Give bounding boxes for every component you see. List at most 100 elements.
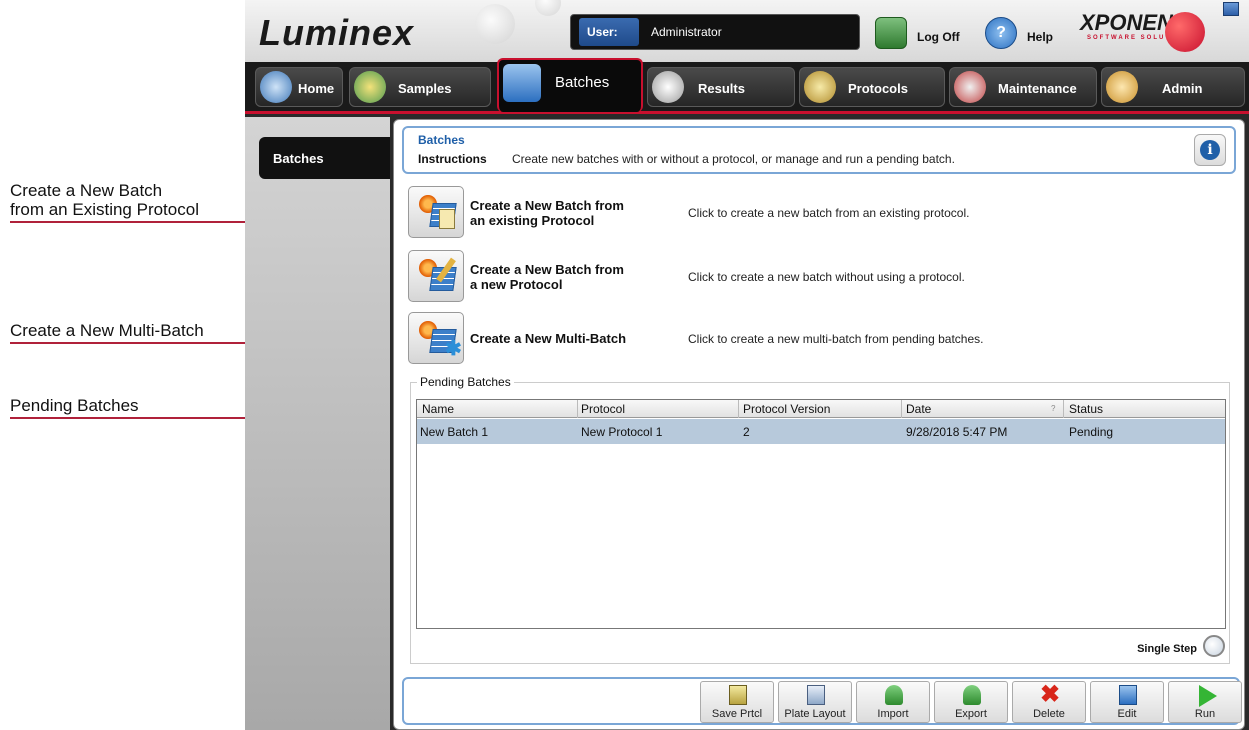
create-multi-batch-button[interactable]: ✱ <box>408 312 464 364</box>
samples-icon <box>354 71 386 103</box>
column-divider <box>738 400 739 418</box>
bottom-toolbar: Save Prtcl Plate Layout Import Export ✖ … <box>402 677 1242 725</box>
info-icon: i <box>1200 140 1220 160</box>
tab-results[interactable]: Results <box>647 67 795 107</box>
results-icon <box>652 71 684 103</box>
plate-layout-icon <box>807 685 825 705</box>
delete-button[interactable]: ✖ Delete <box>1012 681 1086 723</box>
decor-bubble <box>475 4 515 44</box>
action-title: Create a New Batch from a new Protocol <box>470 262 624 292</box>
single-step-toggle[interactable] <box>1203 635 1225 657</box>
decor-bubble <box>535 0 561 16</box>
user-value: Administrator <box>651 25 722 39</box>
tab-home[interactable]: Home <box>255 67 343 107</box>
save-protocol-icon <box>729 685 747 705</box>
callout-create-existing: Create a New Batch from an Existing Prot… <box>10 181 199 219</box>
main-nav: Home Samples Batches Results Protocols M… <box>245 58 1249 114</box>
action-create-from-existing: Create a New Batch from an existing Prot… <box>408 186 1228 242</box>
star-icon: ✱ <box>445 338 462 360</box>
column-divider <box>577 400 578 418</box>
batches-panel: Batches Instructions Create new batches … <box>393 119 1245 730</box>
page-title: Batches <box>418 133 465 147</box>
action-title: Create a New Batch from an existing Prot… <box>470 198 624 228</box>
column-divider <box>1063 400 1064 418</box>
instructions-label: Instructions <box>418 152 487 166</box>
tab-label: Admin <box>1162 81 1203 96</box>
edit-icon <box>1119 685 1137 705</box>
maintenance-icon <box>954 71 986 103</box>
top-bar: Luminex User: Administrator Log Off ? He… <box>245 0 1249 62</box>
protocols-icon <box>804 71 836 103</box>
column-header-protocol[interactable]: Protocol <box>581 402 625 416</box>
help-button[interactable]: Help <box>1027 30 1053 44</box>
button-label: Import <box>877 708 909 720</box>
tab-maintenance[interactable]: Maintenance <box>949 67 1097 107</box>
button-label: Export <box>955 708 987 720</box>
button-label: Run <box>1194 708 1216 720</box>
tab-label: Protocols <box>848 81 908 96</box>
export-icon <box>963 685 981 705</box>
column-header-protocol-version[interactable]: Protocol Version <box>743 402 830 416</box>
help-icon[interactable]: ? <box>985 17 1017 49</box>
home-icon <box>260 71 292 103</box>
sidebar-item-batches[interactable]: Batches <box>259 137 390 179</box>
callout-multi-batch: Create a New Multi-Batch <box>10 321 204 340</box>
run-icon <box>1199 685 1217 707</box>
cell-protocol: New Protocol 1 <box>581 425 663 439</box>
minimize-button[interactable] <box>1223 2 1239 16</box>
button-label: Save Prtcl <box>711 708 763 720</box>
single-step-label: Single Step <box>1137 643 1197 655</box>
delete-icon: ✖ <box>1039 681 1061 708</box>
logoff-icon[interactable] <box>875 17 907 49</box>
cell-status: Pending <box>1069 425 1114 439</box>
pending-batches-legend: Pending Batches <box>417 375 514 389</box>
tab-protocols[interactable]: Protocols <box>799 67 945 107</box>
plate-layout-button[interactable]: Plate Layout <box>778 681 852 723</box>
instructions-text: Create new batches with or without a pro… <box>512 152 955 166</box>
action-description: Click to create a new batch without usin… <box>688 270 965 284</box>
tab-samples[interactable]: Samples <box>349 67 491 107</box>
action-description: Click to create a new multi-batch from p… <box>688 332 984 346</box>
button-label: Edit <box>1117 708 1137 720</box>
column-header-status[interactable]: Status <box>1069 402 1103 416</box>
edit-button[interactable]: Edit <box>1090 681 1164 723</box>
tab-batches[interactable]: Batches <box>497 58 643 112</box>
pending-batches-group: Pending Batches Name Protocol Protocol V… <box>410 375 1230 664</box>
table-row[interactable]: New Batch 1 New Protocol 1 2 9/28/2018 5… <box>417 419 1225 444</box>
cell-name: New Batch 1 <box>420 425 489 439</box>
import-button[interactable]: Import <box>856 681 930 723</box>
save-protocol-button[interactable]: Save Prtcl <box>700 681 774 723</box>
pending-batches-table[interactable]: Name Protocol Protocol Version Date ? St… <box>416 399 1226 629</box>
info-button[interactable]: i <box>1194 134 1226 166</box>
user-label: User: <box>579 18 639 46</box>
export-button[interactable]: Export <box>934 681 1008 723</box>
cell-date: 9/28/2018 5:47 PM <box>906 425 1008 439</box>
tab-admin[interactable]: Admin <box>1101 67 1245 107</box>
cell-version: 2 <box>743 425 750 439</box>
page-header: Batches Instructions Create new batches … <box>402 126 1236 174</box>
callout-pending: Pending Batches <box>10 396 139 415</box>
brand-orb <box>1165 12 1205 52</box>
run-button[interactable]: Run <box>1168 681 1242 723</box>
import-icon <box>885 685 903 705</box>
batches-icon <box>503 64 541 102</box>
button-label: Plate Layout <box>784 708 846 720</box>
tab-label: Maintenance <box>998 81 1077 96</box>
document-icon <box>439 209 455 229</box>
luminex-logo: Luminex <box>259 12 415 53</box>
tab-label: Results <box>698 81 745 96</box>
create-batch-existing-protocol-button[interactable] <box>408 186 464 238</box>
logoff-button[interactable]: Log Off <box>917 30 960 44</box>
tab-label: Batches <box>555 74 610 91</box>
user-box: User: Administrator <box>570 14 860 50</box>
column-header-name[interactable]: Name <box>422 402 454 416</box>
action-description: Click to create a new batch from an exis… <box>688 206 970 220</box>
admin-icon <box>1106 71 1138 103</box>
action-create-from-new: Create a New Batch from a new Protocol C… <box>408 250 1228 306</box>
column-divider <box>901 400 902 418</box>
button-label: Delete <box>1033 708 1065 720</box>
create-batch-new-protocol-button[interactable] <box>408 250 464 302</box>
app-window: Luminex User: Administrator Log Off ? He… <box>245 0 1249 730</box>
action-title: Create a New Multi-Batch <box>470 331 627 346</box>
column-header-date[interactable]: Date <box>906 402 931 416</box>
